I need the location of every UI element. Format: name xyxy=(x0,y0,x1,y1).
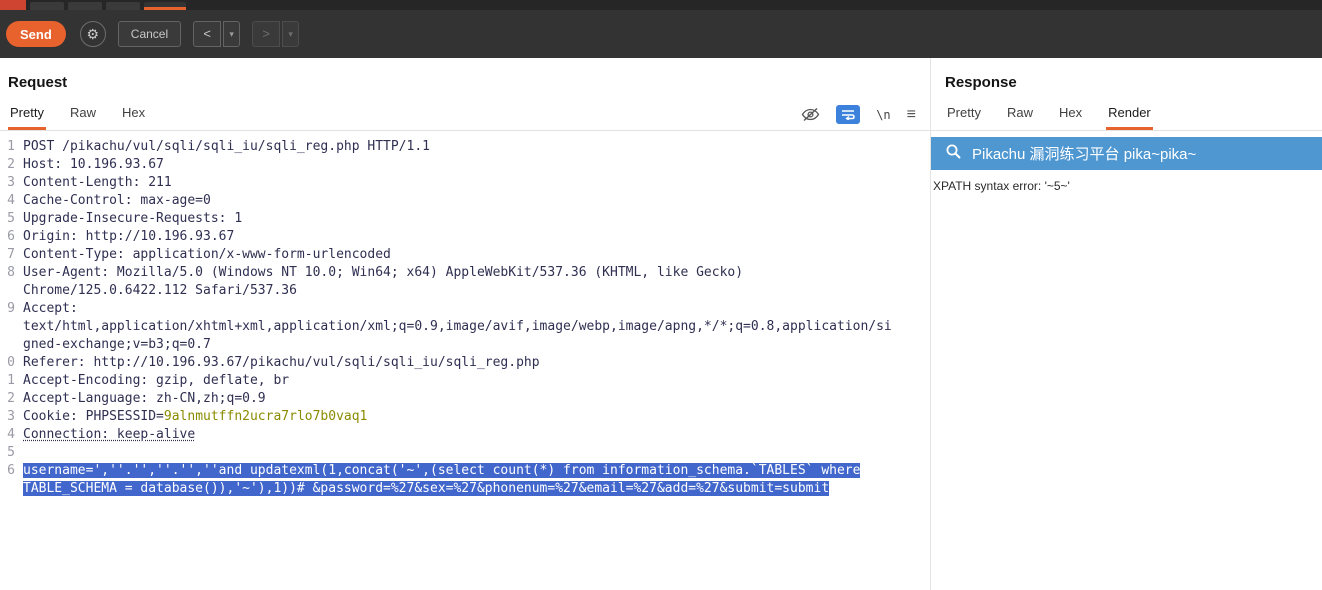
request-code-line[interactable]: 4 Cache-Control: max-age=0 xyxy=(0,192,930,210)
request-code-line[interactable]: text/html,application/xhtml+xml,applicat… xyxy=(0,318,930,336)
repeater-tab-active[interactable] xyxy=(144,2,186,10)
request-code-line[interactable]: Chrome/125.0.6422.112 Safari/537.36 xyxy=(0,282,930,300)
request-code-line[interactable]: 5 xyxy=(0,444,930,462)
line-number: 4 xyxy=(7,193,15,208)
line-number: 3 xyxy=(7,175,15,190)
line-number: 0 xyxy=(7,355,15,370)
magnifier-icon xyxy=(945,143,962,164)
xpath-error-text: XPATH syntax error: '~5~' xyxy=(933,179,1070,193)
request-code-line[interactable]: TABLE_SCHEMA = database()),'~'),1))# &pa… xyxy=(0,480,930,498)
tab-response-hex[interactable]: Hex xyxy=(1057,101,1084,130)
request-panel: Request Pretty Raw Hex \n ≡ 1 POST /pika… xyxy=(0,58,930,590)
line-number: 2 xyxy=(7,157,15,172)
request-editor[interactable]: 1 POST /pikachu/vul/sqli/sqli_iu/sqli_reg… xyxy=(0,131,930,498)
settings-gear-button[interactable]: ⚙ xyxy=(79,21,106,47)
rendered-page-title: Pikachu 漏洞练习平台 pika~pika~ xyxy=(972,146,1197,163)
tab-request-hex[interactable]: Hex xyxy=(120,101,147,130)
line-number: 1 xyxy=(7,139,15,154)
request-code-line[interactable]: 3 Content-Length: 211 xyxy=(0,174,930,192)
line-number xyxy=(0,480,15,498)
history-back-dropdown[interactable]: ▾ xyxy=(223,21,241,47)
request-panel-title: Request xyxy=(8,74,68,91)
rendered-page-banner: Pikachu 漏洞练习平台 pika~pika~ xyxy=(931,137,1322,170)
line-number: 2 xyxy=(7,391,15,406)
history-back-button[interactable]: < xyxy=(193,21,222,47)
history-forward-dropdown[interactable]: ▾ xyxy=(282,21,300,47)
repeater-main: Request Pretty Raw Hex \n ≡ 1 POST /pika… xyxy=(0,58,1322,590)
request-code-line[interactable]: 8 User-Agent: Mozilla/5.0 (Windows NT 10.… xyxy=(0,264,930,282)
history-forward-button[interactable]: > xyxy=(252,21,281,47)
hide-nonprintable-icon[interactable] xyxy=(801,107,820,122)
tab-response-raw[interactable]: Raw xyxy=(1005,101,1035,130)
tab-response-render[interactable]: Render xyxy=(1106,101,1153,130)
newline-toggle-icon[interactable]: \n xyxy=(876,108,890,122)
line-number xyxy=(0,318,15,336)
line-number: 5 xyxy=(7,211,15,226)
request-code-line[interactable]: 6 Origin: http://10.196.93.67 xyxy=(0,228,930,246)
request-code-line[interactable]: 7 Content-Type: application/x-www-form-ur… xyxy=(0,246,930,264)
response-panel: Response Pretty Raw Hex Render Pikachu 漏… xyxy=(930,58,1322,590)
line-number: 6 xyxy=(7,463,15,478)
history-back-group: < ▾ xyxy=(193,21,241,47)
line-number: 1 xyxy=(7,373,15,388)
line-number xyxy=(0,282,15,300)
line-number: 3 xyxy=(7,409,15,424)
repeater-tab-badge[interactable] xyxy=(0,0,26,10)
repeater-tab[interactable] xyxy=(68,2,102,10)
line-number: 5 xyxy=(7,445,15,460)
request-code-line[interactable]: 3 Cookie: PHPSESSID=9alnmutffn2ucra7rlo7b… xyxy=(0,408,930,426)
request-code-line[interactable]: 9 Accept: xyxy=(0,300,930,318)
window-tabs-strip xyxy=(0,0,1322,10)
cancel-button[interactable]: Cancel xyxy=(117,21,182,47)
request-code-line[interactable]: 6 username=',''.'',''.'',''and updatexml(… xyxy=(0,462,930,480)
request-code-line[interactable]: 1 Accept-Encoding: gzip, deflate, br xyxy=(0,372,930,390)
send-button[interactable]: Send xyxy=(6,21,66,47)
tab-request-pretty[interactable]: Pretty xyxy=(8,101,46,130)
response-panel-title: Response xyxy=(945,74,1017,91)
line-number: 4 xyxy=(7,427,15,442)
line-number: 9 xyxy=(7,301,15,316)
line-number: 8 xyxy=(7,265,15,280)
word-wrap-toggle-icon[interactable] xyxy=(836,105,861,124)
repeater-toolbar: Send ⚙ Cancel < ▾ > ▾ xyxy=(0,10,1322,58)
history-forward-group: > ▾ xyxy=(252,21,300,47)
chevron-down-icon: ▾ xyxy=(288,29,293,39)
repeater-tab[interactable] xyxy=(30,2,64,10)
request-code-line[interactable]: 2 Host: 10.196.93.67 xyxy=(0,156,930,174)
request-code-line[interactable]: 4 Connection: keep-alive xyxy=(0,426,930,444)
request-code-line[interactable]: 1 POST /pikachu/vul/sqli/sqli_iu/sqli_reg… xyxy=(0,138,930,156)
chevron-down-icon: ▾ xyxy=(229,29,234,39)
tab-request-raw[interactable]: Raw xyxy=(68,101,98,130)
request-code-line[interactable]: 5 Upgrade-Insecure-Requests: 1 xyxy=(0,210,930,228)
line-number xyxy=(0,336,15,354)
request-code-line[interactable]: gned-exchange;v=b3;q=0.7 xyxy=(0,336,930,354)
request-code-line[interactable]: 2 Accept-Language: zh-CN,zh;q=0.9 xyxy=(0,390,930,408)
request-editor-icons: \n ≡ xyxy=(801,105,930,130)
line-number: 7 xyxy=(7,247,15,262)
tab-response-pretty[interactable]: Pretty xyxy=(945,101,983,130)
editor-menu-icon[interactable]: ≡ xyxy=(907,106,916,124)
gear-icon: ⚙ xyxy=(86,26,100,42)
repeater-tab[interactable] xyxy=(106,2,140,10)
line-number: 6 xyxy=(7,229,15,244)
response-tabrow: Pretty Raw Hex Render xyxy=(931,101,1322,131)
request-code-line[interactable]: 0 Referer: http://10.196.93.67/pikachu/vu… xyxy=(0,354,930,372)
request-tabrow: Pretty Raw Hex \n ≡ xyxy=(0,101,930,131)
